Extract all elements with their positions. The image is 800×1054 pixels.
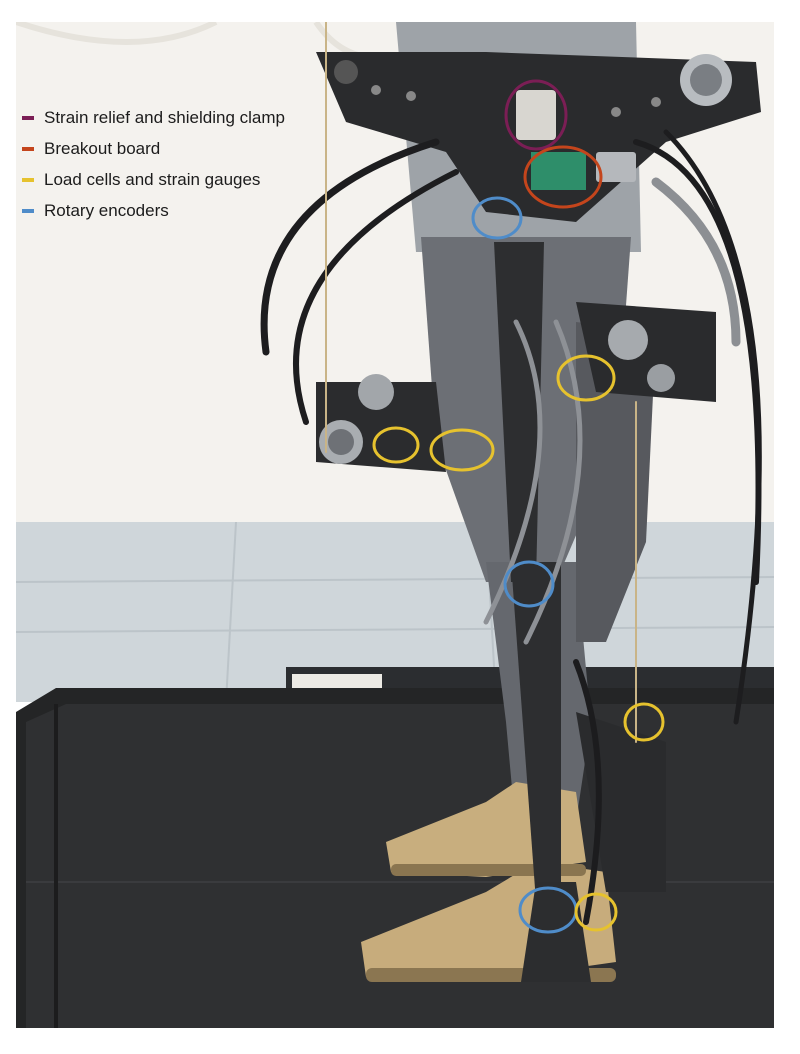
legend-label-clamp: Strain relief and shielding clamp [44,108,285,127]
breakout-board [531,152,586,190]
legend-item-load-cells: Load cells and strain gauges [22,170,285,190]
legend-swatch-breakout [22,147,34,151]
legend-label-breakout: Breakout board [44,139,161,158]
legend: Strain relief and shielding clamp Breako… [22,108,285,221]
shielding-clamp [516,90,556,140]
legend-item-breakout: Breakout board [22,139,285,159]
legend-item-clamp: Strain relief and shielding clamp [22,108,285,128]
legend-item-encoders: Rotary encoders [22,201,285,221]
legend-swatch-encoders [22,209,34,213]
legend-swatch-clamp [22,116,34,120]
legend-label-encoders: Rotary encoders [44,201,169,220]
legend-label-load-cells: Load cells and strain gauges [44,170,261,189]
legend-swatch-load-cells [22,178,34,182]
